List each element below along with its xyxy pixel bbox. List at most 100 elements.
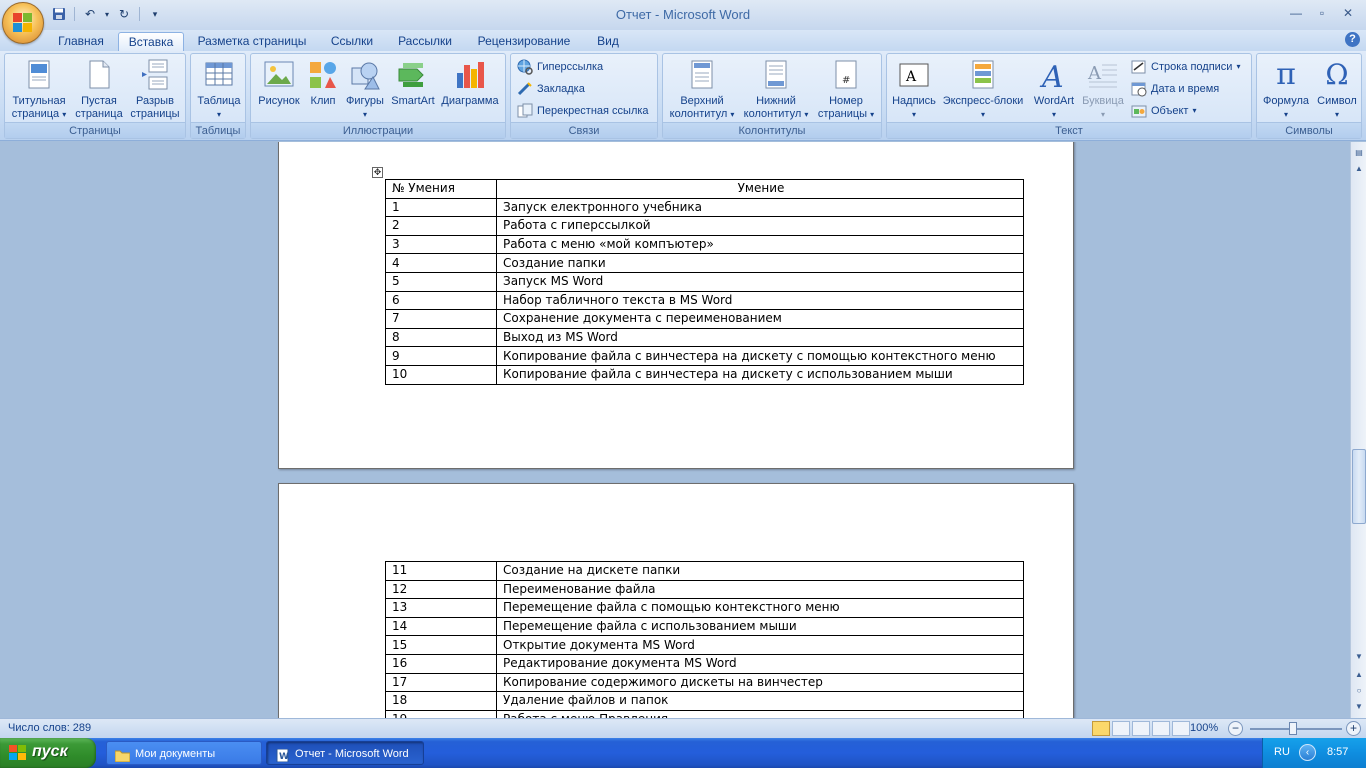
row-skill-cell[interactable]: Создание на дискете папки: [496, 561, 1024, 581]
row-skill-cell[interactable]: Копирование содержимого дискеты на винче…: [496, 672, 1024, 693]
clipart-button[interactable]: Клип: [305, 57, 341, 108]
cover-page-button[interactable]: Титульная страница ▾: [7, 57, 71, 121]
task-my-documents[interactable]: Мои документы: [106, 741, 262, 765]
tab-mailings[interactable]: Рассылки: [392, 32, 458, 51]
header-cell-num[interactable]: № Умения: [385, 179, 497, 199]
tab-page-layout[interactable]: Разметка страницы: [193, 32, 311, 51]
row-skill-cell[interactable]: Редактирование документа MS Word: [496, 653, 1024, 674]
outline-view-icon[interactable]: [1152, 721, 1170, 736]
row-skill-cell[interactable]: Работа с гиперссылкой: [496, 216, 1024, 236]
wordart-button[interactable]: A WordArt ▾: [1027, 57, 1081, 121]
print-layout-view-icon[interactable]: [1092, 721, 1110, 736]
tab-references[interactable]: Ссылки: [325, 32, 379, 51]
row-number-cell[interactable]: 14: [385, 616, 497, 637]
table-move-handle-icon[interactable]: ✥: [372, 167, 383, 178]
web-layout-view-icon[interactable]: [1132, 721, 1150, 736]
zoom-level[interactable]: 100%: [1190, 722, 1218, 734]
row-skill-cell[interactable]: Перемещение файла с использованием мыши: [496, 616, 1024, 637]
row-number-cell[interactable]: 9: [385, 346, 497, 366]
row-skill-cell[interactable]: Копирование файла с винчестера на дискет…: [496, 346, 1024, 366]
dropcap-button[interactable]: A Буквица ▾: [1081, 57, 1125, 121]
next-page-icon[interactable]: ▼: [1352, 700, 1366, 714]
tab-insert[interactable]: Вставка: [118, 32, 184, 51]
equation-button[interactable]: π Формула ▾: [1259, 57, 1313, 121]
symbol-button[interactable]: Ω Символ ▾: [1313, 57, 1361, 121]
start-button[interactable]: пуск: [0, 738, 96, 768]
cross-reference-button[interactable]: Перекрестная ссылка: [517, 102, 649, 120]
page-break-button[interactable]: Разрыв страницы: [127, 57, 183, 121]
vertical-scrollbar[interactable]: ▤ ▲ ▼ ▲ ○ ▼: [1350, 142, 1366, 718]
table-button[interactable]: Таблица ▾: [193, 57, 245, 121]
scroll-down-icon[interactable]: ▼: [1352, 650, 1366, 664]
row-number-cell[interactable]: 17: [385, 672, 497, 693]
page-2[interactable]: 11 Создание на дискете папки 12 Переименова…: [278, 483, 1074, 718]
row-number-cell[interactable]: 2: [385, 216, 497, 236]
task-word-document[interactable]: W Отчет - Microsoft Word: [266, 741, 424, 765]
row-number-cell[interactable]: 18: [385, 691, 497, 711]
word-count[interactable]: Число слов: 289: [8, 722, 91, 734]
row-number-cell[interactable]: 4: [385, 253, 497, 273]
row-number-cell[interactable]: 6: [385, 290, 497, 311]
row-skill-cell[interactable]: Переименование файла: [496, 579, 1024, 600]
clock[interactable]: 8:57: [1327, 746, 1348, 758]
smartart-button[interactable]: SmartArt: [389, 57, 437, 108]
textbox-button[interactable]: A Надпись ▾: [889, 57, 939, 121]
browse-object-icon[interactable]: ○: [1352, 684, 1366, 698]
zoom-slider-thumb[interactable]: [1289, 722, 1297, 735]
previous-page-icon[interactable]: ▲: [1352, 668, 1366, 682]
close-icon[interactable]: ✕: [1336, 4, 1360, 22]
maximize-icon[interactable]: ▫: [1310, 4, 1334, 22]
page-number-button[interactable]: # Номер страницы ▾: [813, 57, 879, 121]
row-number-cell[interactable]: 7: [385, 309, 497, 329]
row-number-cell[interactable]: 12: [385, 579, 497, 600]
ruler-toggle-icon[interactable]: ▤: [1352, 146, 1366, 160]
scroll-thumb[interactable]: [1352, 449, 1366, 524]
hyperlink-button[interactable]: Гиперссылка: [517, 58, 603, 76]
row-skill-cell[interactable]: Перемещение файла с помощью контекстного…: [496, 598, 1024, 618]
row-skill-cell[interactable]: Создание папки: [496, 253, 1024, 273]
date-time-button[interactable]: Дата и время: [1131, 80, 1219, 98]
row-skill-cell[interactable]: Сохранение документа с переименованием: [496, 309, 1024, 329]
signature-line-button[interactable]: Строка подписи ▾: [1131, 58, 1240, 76]
show-hidden-icons-icon[interactable]: ‹: [1299, 744, 1316, 761]
row-number-cell[interactable]: 8: [385, 327, 497, 348]
row-skill-cell[interactable]: Открытие документа MS Word: [496, 635, 1024, 655]
row-skill-cell[interactable]: Набор табличного текста в MS Word: [496, 290, 1024, 311]
row-skill-cell[interactable]: Удаление файлов и папок: [496, 691, 1024, 711]
tab-home[interactable]: Главная: [52, 32, 110, 51]
footer-button[interactable]: Нижний колонтитул ▾: [739, 57, 813, 121]
document-area[interactable]: ✥ № Умения Умение 1 Запуск електронного у…: [0, 142, 1350, 718]
chart-button[interactable]: Диаграмма: [437, 57, 503, 108]
row-number-cell[interactable]: 11: [385, 561, 497, 581]
row-skill-cell[interactable]: Работа с меню Правления: [496, 709, 1024, 718]
row-skill-cell[interactable]: Запуск електронного учебника: [496, 197, 1024, 218]
office-button[interactable]: [2, 2, 44, 44]
row-number-cell[interactable]: 5: [385, 271, 497, 292]
page-1[interactable]: ✥ № Умения Умение 1 Запуск електронного у…: [278, 142, 1074, 469]
row-skill-cell[interactable]: Работа с меню «мой компъютер»: [496, 234, 1024, 255]
language-indicator[interactable]: RU: [1274, 746, 1290, 758]
picture-button[interactable]: Рисунок: [253, 57, 305, 108]
row-number-cell[interactable]: 19: [385, 709, 497, 718]
help-icon[interactable]: ?: [1345, 32, 1360, 47]
shapes-button[interactable]: Фигуры ▾: [341, 57, 389, 121]
row-number-cell[interactable]: 3: [385, 234, 497, 255]
skills-table-part-2[interactable]: 11 Создание на дискете папки 12 Переименова…: [385, 561, 1024, 718]
row-number-cell[interactable]: 16: [385, 653, 497, 674]
draft-view-icon[interactable]: [1172, 721, 1190, 736]
bookmark-button[interactable]: Закладка: [517, 80, 585, 98]
row-number-cell[interactable]: 13: [385, 598, 497, 618]
row-skill-cell[interactable]: Копирование файла с винчестера на дискет…: [496, 364, 1024, 385]
row-number-cell[interactable]: 1: [385, 197, 497, 218]
blank-page-button[interactable]: Пустая страница: [71, 57, 127, 121]
header-cell-skill[interactable]: Умение: [496, 179, 1024, 199]
tab-review[interactable]: Рецензирование: [472, 32, 576, 51]
zoom-out-icon[interactable]: −: [1228, 721, 1243, 736]
zoom-in-icon[interactable]: +: [1346, 721, 1361, 736]
scroll-up-icon[interactable]: ▲: [1352, 162, 1366, 176]
row-number-cell[interactable]: 15: [385, 635, 497, 655]
row-number-cell[interactable]: 10: [385, 364, 497, 385]
skills-table-part-1[interactable]: № Умения Умение 1 Запуск електронного уче…: [385, 179, 1024, 385]
minimize-icon[interactable]: —: [1284, 4, 1308, 22]
row-skill-cell[interactable]: Запуск MS Word: [496, 271, 1024, 292]
